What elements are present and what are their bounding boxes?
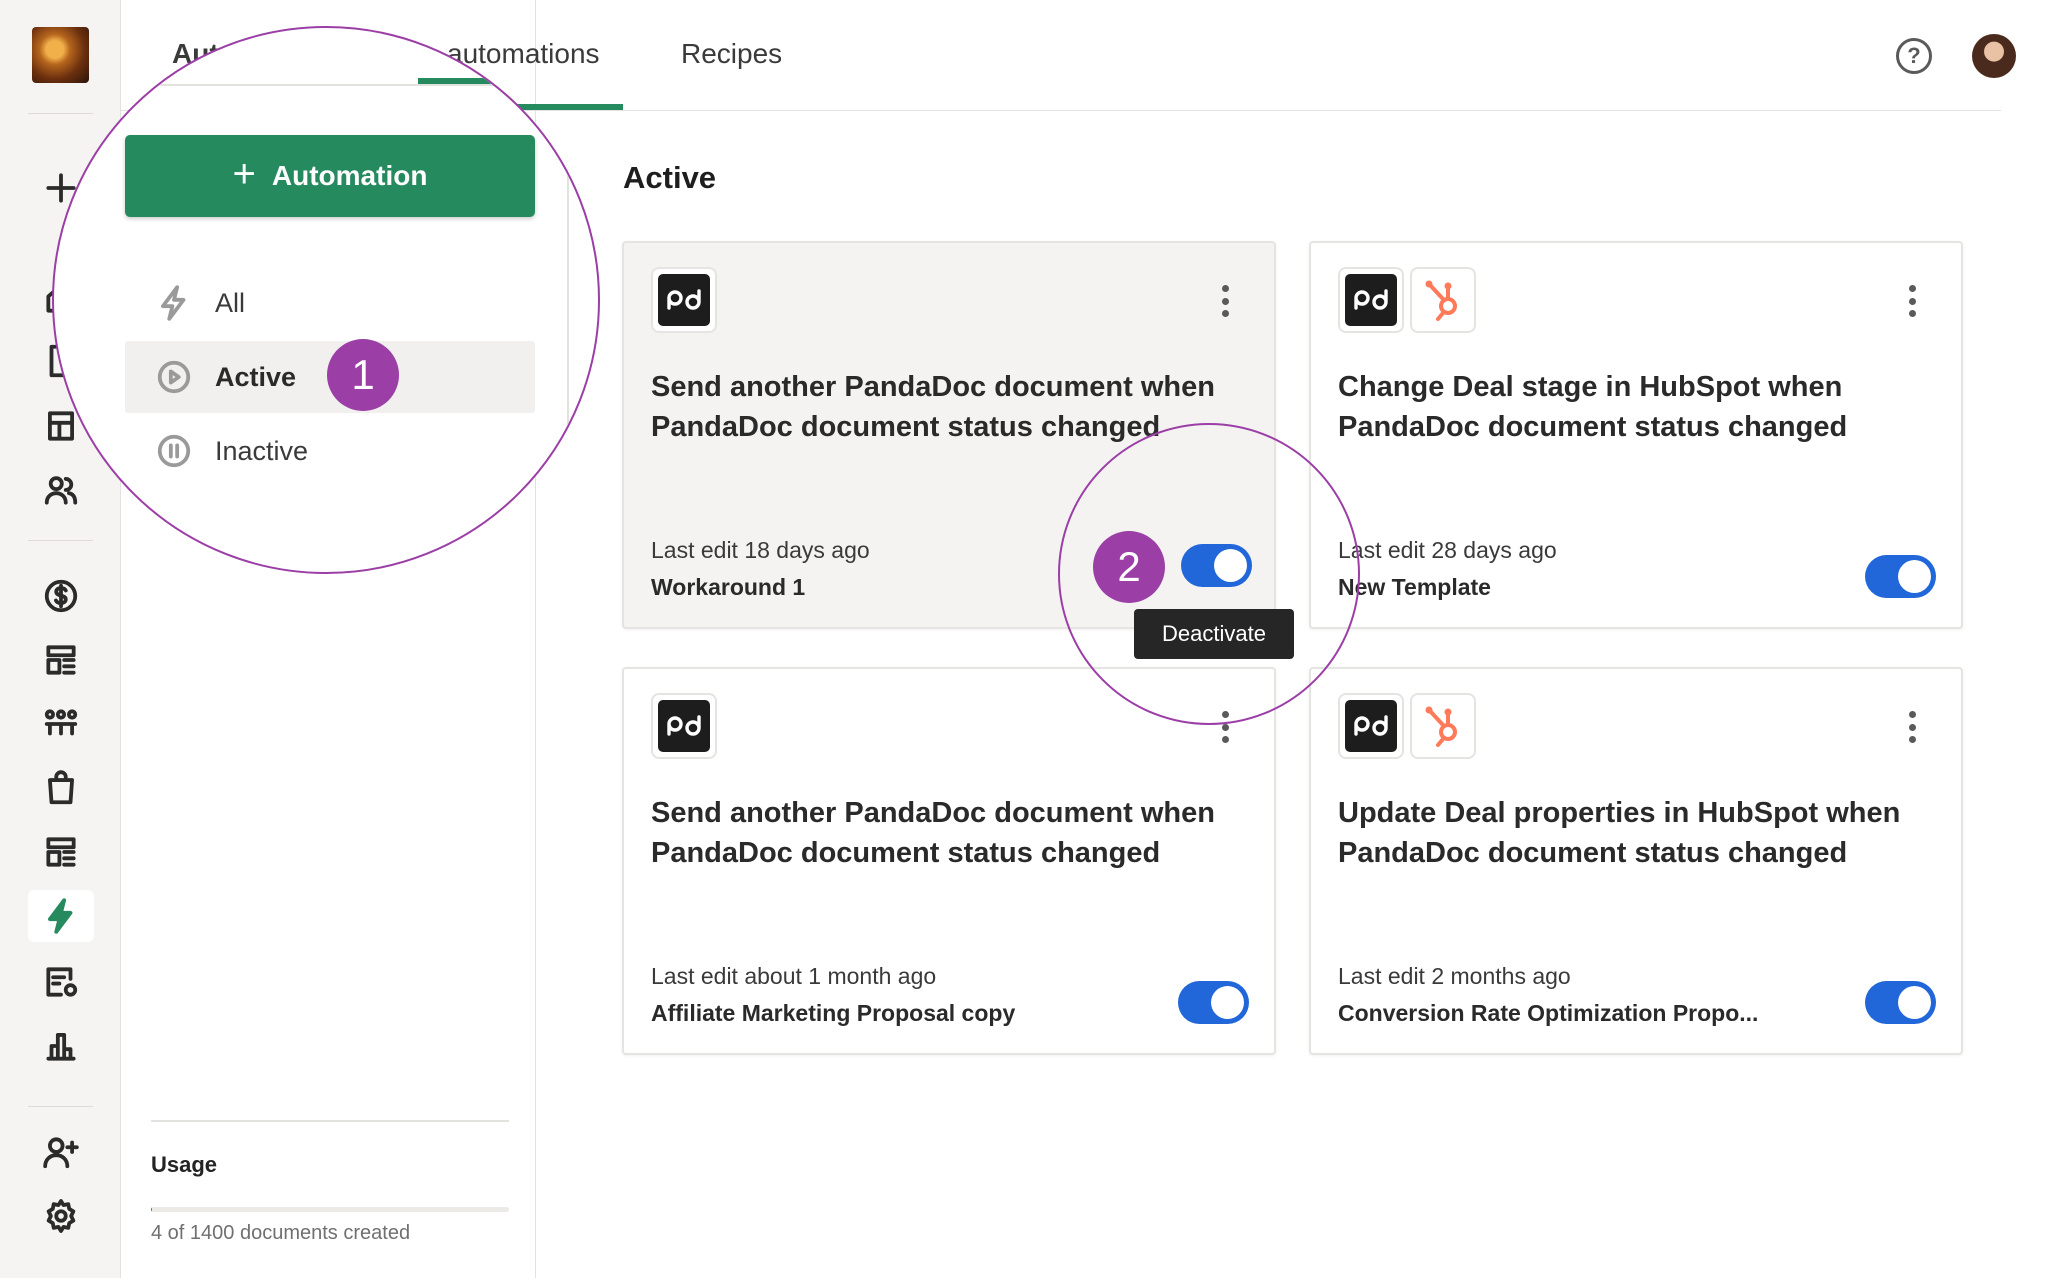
card-last-edit: Last edit about 1 month ago bbox=[651, 963, 937, 989]
usage-progress-bar bbox=[151, 1207, 509, 1212]
rail-settings[interactable] bbox=[28, 1190, 94, 1242]
rail-analytics[interactable] bbox=[28, 1020, 94, 1072]
create-automation-label: Automation bbox=[271, 160, 428, 191]
card-last-edit: Last edit 18 days ago bbox=[651, 537, 870, 563]
pandadoc-icon bbox=[1338, 267, 1404, 333]
rail-contacts[interactable] bbox=[28, 464, 94, 516]
magnifier-callout-1: + Automation All Active Inactive bbox=[52, 26, 600, 574]
card-menu-button[interactable] bbox=[1220, 285, 1230, 317]
card-template-name: Affiliate Marketing Proposal copy bbox=[651, 1000, 1016, 1026]
shopping-bag-icon bbox=[48, 770, 74, 805]
gear-icon bbox=[46, 1199, 76, 1233]
add-user-icon bbox=[43, 1137, 79, 1169]
active-toggle[interactable] bbox=[1865, 981, 1936, 1024]
create-automation-button[interactable]: + Automation bbox=[125, 135, 535, 217]
rail-invite-user[interactable] bbox=[28, 1126, 94, 1178]
card-menu-button[interactable] bbox=[1907, 285, 1917, 317]
filter-label: Inactive bbox=[215, 435, 309, 466]
bar-chart-icon bbox=[46, 1033, 76, 1061]
question-icon: ? bbox=[1907, 43, 1921, 68]
card-title: Update Deal properties in HubSpot when P… bbox=[1338, 797, 1901, 869]
user-avatar[interactable] bbox=[1972, 34, 2016, 78]
pandadoc-icon bbox=[651, 693, 717, 759]
rail-divider bbox=[28, 113, 93, 114]
report-settings-icon bbox=[46, 967, 78, 997]
lightning-icon bbox=[48, 898, 73, 934]
rail-catalog[interactable] bbox=[28, 634, 94, 686]
template-icon bbox=[48, 411, 74, 441]
card-title: Change Deal stage in HubSpot when PandaD… bbox=[1338, 371, 1848, 443]
lens-tabs-divider bbox=[54, 84, 598, 86]
callout-badge-1: 1 bbox=[327, 339, 399, 411]
hubspot-icon bbox=[1410, 693, 1476, 759]
rail-products[interactable] bbox=[28, 762, 94, 814]
automation-card[interactable]: Change Deal stage in HubSpot when PandaD… bbox=[1309, 241, 1963, 629]
rail-divider bbox=[28, 1106, 93, 1107]
pandadoc-icon bbox=[651, 267, 717, 333]
layout-icon bbox=[46, 645, 76, 675]
card-title: Send another PandaDoc document when Pand… bbox=[651, 797, 1215, 869]
tab-my-automations[interactable]: automations bbox=[447, 38, 600, 70]
callout-badge-2: 2 bbox=[1093, 531, 1165, 603]
usage-text: 4 of 1400 documents created bbox=[151, 1222, 411, 1244]
rail-payments[interactable] bbox=[28, 570, 94, 622]
filter-label: Active bbox=[215, 361, 297, 392]
automation-card[interactable]: Send another PandaDoc document when Pand… bbox=[622, 667, 1276, 1055]
card-template-name: New Template bbox=[1338, 574, 1491, 600]
rail-workflows[interactable] bbox=[28, 698, 94, 750]
usage-divider bbox=[151, 1120, 509, 1122]
workspace-logo[interactable] bbox=[32, 27, 89, 83]
automation-card[interactable]: Update Deal properties in HubSpot when P… bbox=[1309, 667, 1963, 1055]
rail-divider bbox=[28, 540, 93, 541]
workflow-icon bbox=[44, 709, 78, 736]
card-last-edit: Last edit 2 months ago bbox=[1338, 963, 1571, 989]
usage-progress-fill bbox=[151, 1207, 153, 1212]
active-toggle[interactable] bbox=[1865, 555, 1936, 598]
help-button[interactable]: ? bbox=[1896, 38, 1932, 74]
rail-automations[interactable] bbox=[28, 890, 94, 942]
pause-circle-icon bbox=[157, 434, 191, 468]
card-menu-button[interactable] bbox=[1907, 711, 1917, 743]
card-template-name: Workaround 1 bbox=[651, 574, 806, 600]
filter-label: All bbox=[215, 287, 246, 318]
rail-reports[interactable] bbox=[28, 956, 94, 1008]
dollar-icon bbox=[44, 579, 78, 613]
lightning-icon bbox=[161, 285, 186, 321]
lens-sidebar-border bbox=[567, 28, 569, 572]
layout-icon bbox=[46, 837, 76, 867]
contacts-icon bbox=[44, 476, 78, 505]
lens-tab-indicator bbox=[418, 78, 518, 84]
rail-forms[interactable] bbox=[28, 826, 94, 878]
active-toggle[interactable] bbox=[1178, 981, 1249, 1024]
card-last-edit: Last edit 28 days ago bbox=[1338, 537, 1557, 563]
usage-title: Usage bbox=[151, 1152, 218, 1177]
plus-icon: + bbox=[232, 152, 256, 196]
pandadoc-icon bbox=[1338, 693, 1404, 759]
hubspot-icon bbox=[1410, 267, 1476, 333]
card-template-name: Conversion Rate Optimization Propo... bbox=[1338, 1000, 1759, 1026]
filter-all[interactable]: All bbox=[125, 267, 535, 339]
tab-recipes[interactable]: Recipes bbox=[681, 38, 782, 70]
play-circle-icon bbox=[157, 360, 191, 394]
section-title: Active bbox=[623, 160, 717, 195]
filter-inactive[interactable]: Inactive bbox=[125, 415, 535, 487]
